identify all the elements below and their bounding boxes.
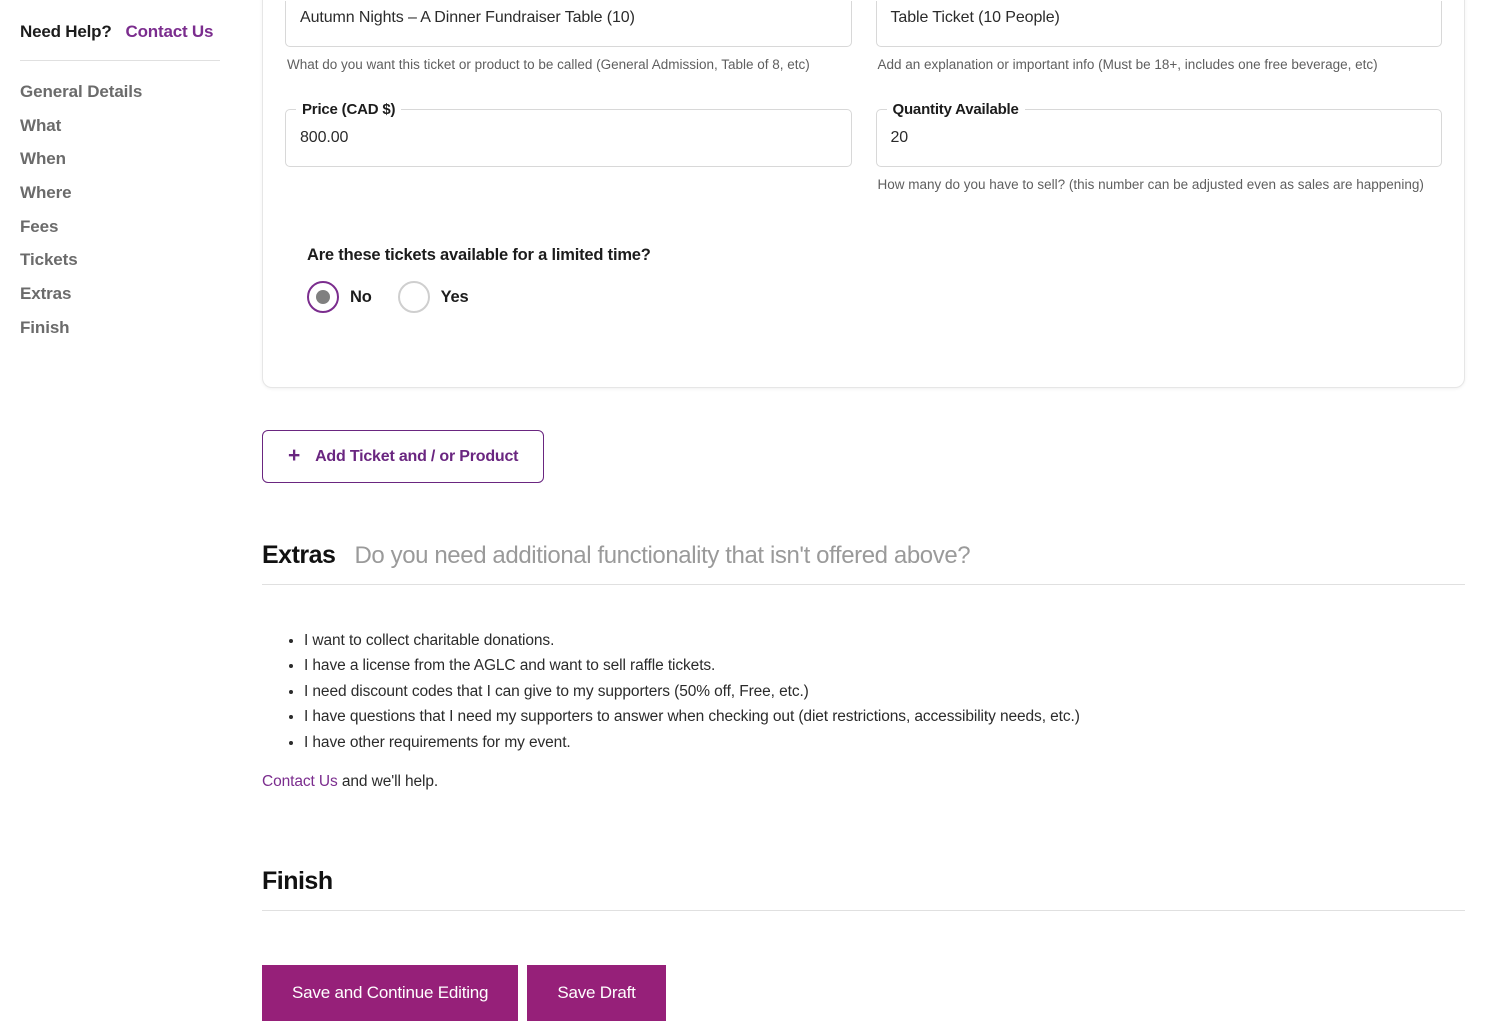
extras-contact-tail: and we'll help. (337, 773, 439, 791)
limited-time-block: Are these tickets available for a limite… (285, 246, 1442, 314)
finish-section: Finish Save and Continue Editing Save Dr… (262, 867, 1465, 1021)
save-and-continue-editing-button[interactable]: Save and Continue Editing (262, 965, 519, 1021)
limited-time-option-no-label: No (350, 287, 372, 306)
sidebar-nav: General Details What When Where Fees Tic… (20, 82, 220, 338)
plus-icon: + (288, 444, 301, 467)
list-item: I want to collect charitable donations. (304, 631, 1465, 651)
price-field-legend: Price (CAD $) (296, 100, 402, 118)
ticket-description-helper: Add an explanation or important info (Mu… (877, 57, 1378, 72)
extras-heading: Extras Do you need additional functional… (262, 541, 1465, 570)
add-ticket-button[interactable]: + Add Ticket and / or Product (262, 430, 545, 483)
price-field-value: 800.00 (300, 128, 349, 146)
ticket-name-value: Autumn Nights – A Dinner Fundraiser Tabl… (300, 9, 635, 26)
list-item: I have a license from the AGLC and want … (304, 656, 1465, 676)
main-content: Autumn Nights – A Dinner Fundraiser Tabl… (240, 0, 1497, 1021)
extras-section: Extras Do you need additional functional… (262, 541, 1465, 791)
sidebar-item-fees[interactable]: Fees (20, 217, 220, 237)
finish-buttons: Save and Continue Editing Save Draft (262, 965, 1465, 1021)
radio-selected-icon[interactable] (307, 281, 339, 314)
add-ticket-button-label: Add Ticket and / or Product (315, 447, 519, 465)
limited-time-option-yes-label: Yes (440, 287, 469, 306)
sidebar-item-finish[interactable]: Finish (20, 318, 220, 338)
finish-title: Finish (262, 867, 333, 896)
limited-time-radio-group[interactable]: No Yes (307, 281, 1442, 314)
list-item: I need discount codes that I can give to… (304, 682, 1465, 702)
sidebar-item-general-details[interactable]: General Details (20, 82, 220, 102)
radio-dot-icon (316, 290, 330, 305)
extras-subtitle: Do you need additional functionality tha… (354, 542, 971, 569)
need-help-label: Need Help? (20, 22, 112, 41)
sidebar: Need Help? Contact Us General Details Wh… (0, 0, 240, 1015)
extras-contact-us-link[interactable]: Contact Us (262, 773, 338, 790)
radio-unselected-icon[interactable] (397, 281, 430, 314)
ticket-name-field[interactable]: Autumn Nights – A Dinner Fundraiser Tabl… (285, 1, 852, 47)
sidebar-item-where[interactable]: Where (20, 183, 220, 203)
price-field[interactable]: Price (CAD $) 800.00 (285, 100, 852, 167)
limited-time-option-yes[interactable]: Yes (397, 281, 495, 314)
quantity-column: Quantity Available 20 How many do you ha… (875, 100, 1442, 195)
ticket-description-value: Table Ticket (10 People) (890, 9, 1060, 26)
ticket-fields-grid: Autumn Nights – A Dinner Fundraiser Tabl… (285, 1, 1442, 75)
ticket-description-field[interactable]: Table Ticket (10 People) (875, 1, 1442, 47)
sidebar-contact-us-link[interactable]: Contact Us (126, 22, 214, 42)
extras-contact-line: Contact Us and we'll help. (262, 773, 1465, 791)
sidebar-item-extras[interactable]: Extras (20, 284, 220, 304)
quantity-field-helper: How many do you have to sell? (this numb… (877, 176, 1424, 192)
extras-divider (262, 584, 1465, 585)
ticket-name-column: Autumn Nights – A Dinner Fundraiser Tabl… (285, 1, 852, 75)
list-item: I have questions that I need my supporte… (304, 707, 1465, 727)
sidebar-item-what[interactable]: What (20, 116, 220, 136)
sidebar-item-tickets[interactable]: Tickets (20, 251, 220, 270)
price-column: Price (CAD $) 800.00 (285, 100, 852, 195)
list-item: I have other requirements for my event. (304, 733, 1465, 753)
ticket-name-helper: What do you want this ticket or product … (287, 57, 810, 72)
ticket-price-quantity-grid: Price (CAD $) 800.00 Quantity Available … (285, 100, 1442, 195)
ticket-card: Autumn Nights – A Dinner Fundraiser Tabl… (262, 0, 1465, 388)
save-draft-button[interactable]: Save Draft (527, 965, 666, 1021)
sidebar-divider (20, 60, 220, 61)
sidebar-item-when[interactable]: When (20, 150, 220, 169)
quantity-field[interactable]: Quantity Available 20 (875, 100, 1442, 167)
finish-divider (262, 910, 1465, 912)
need-help-row: Need Help? Contact Us (20, 22, 220, 42)
limited-time-question: Are these tickets available for a limite… (307, 246, 651, 265)
quantity-field-value: 20 (890, 128, 909, 146)
extras-title: Extras (262, 541, 336, 569)
ticket-description-column: Table Ticket (10 People) Add an explanat… (875, 1, 1442, 75)
extras-list: I want to collect charitable donations. … (262, 631, 1465, 753)
quantity-field-legend: Quantity Available (886, 100, 1025, 118)
limited-time-option-no[interactable]: No (307, 281, 398, 314)
